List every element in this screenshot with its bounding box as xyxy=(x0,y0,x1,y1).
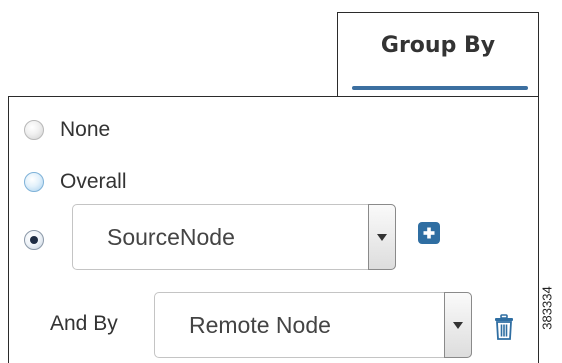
radio-option-overall[interactable]: Overall xyxy=(24,170,127,194)
figure-id: 383334 xyxy=(534,262,560,354)
add-group-by-button[interactable] xyxy=(418,222,440,244)
and-by-label: And By xyxy=(50,312,118,335)
plus-icon xyxy=(423,227,435,239)
radio-overall[interactable] xyxy=(24,172,44,192)
radio-label-none: None xyxy=(60,118,111,141)
chevron-down-icon xyxy=(453,321,463,329)
group-by-field-dropdown-button[interactable] xyxy=(368,204,396,270)
group-by-tab[interactable]: Group By xyxy=(337,12,539,98)
and-by-select[interactable]: Remote Node xyxy=(154,292,472,358)
radio-none[interactable] xyxy=(24,120,44,140)
tab-active-underline xyxy=(352,86,528,90)
and-by-dropdown-button[interactable] xyxy=(444,292,472,358)
tab-label: Group By xyxy=(380,33,496,58)
figure-id-text: 383334 xyxy=(539,286,555,330)
radio-option-group-by-field[interactable] xyxy=(24,230,44,250)
group-by-field-select[interactable]: SourceNode xyxy=(72,204,396,270)
radio-label-overall: Overall xyxy=(60,170,127,193)
radio-group-by-field[interactable] xyxy=(24,230,44,250)
and-by-value: Remote Node xyxy=(189,311,331,338)
trash-icon[interactable] xyxy=(494,314,514,340)
group-by-field-value: SourceNode xyxy=(107,223,235,250)
radio-option-none[interactable]: None xyxy=(24,118,110,142)
chevron-down-icon xyxy=(377,233,387,241)
